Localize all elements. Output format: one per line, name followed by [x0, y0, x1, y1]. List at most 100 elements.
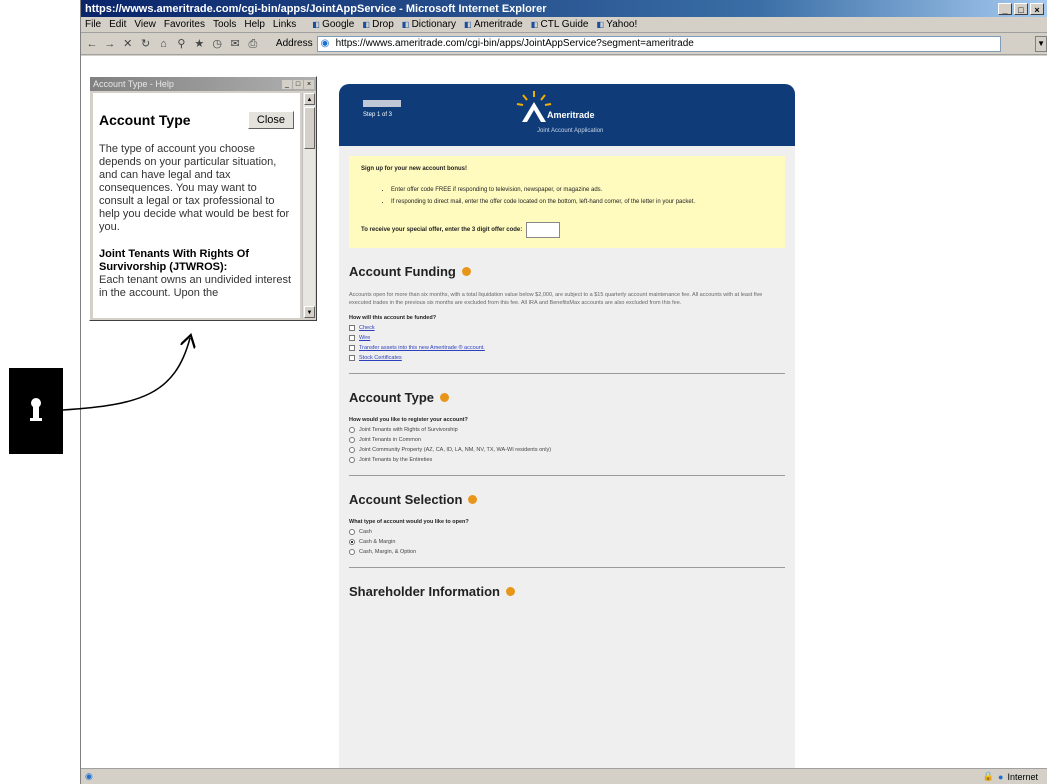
- scroll-down-icon[interactable]: ▼: [304, 306, 315, 318]
- link-yahoo[interactable]: Yahoo!: [596, 19, 637, 30]
- help-subtext: Each tenant owns an undivided interest i…: [99, 274, 292, 299]
- radio-button[interactable]: [349, 447, 355, 453]
- step-indicator: [363, 100, 401, 107]
- promo-bullet: If responding to direct mail, enter the …: [391, 198, 773, 206]
- funding-option-link[interactable]: Wire: [359, 335, 370, 341]
- funding-option[interactable]: Check: [349, 325, 785, 331]
- account-type-option[interactable]: Joint Community Property (AZ, CA, ID, LA…: [349, 447, 785, 453]
- page-banner: Step 1 of 3 Ameritrade Joint Account App…: [339, 84, 795, 146]
- popup-minimize-button[interactable]: _: [282, 79, 292, 89]
- back-icon[interactable]: ←: [85, 37, 99, 51]
- funding-option[interactable]: Transfer assets into this new Ameritrade…: [349, 345, 785, 351]
- close-button[interactable]: Close: [247, 111, 294, 129]
- mail-icon[interactable]: ✉: [228, 37, 242, 51]
- menu-file[interactable]: File: [85, 19, 101, 30]
- radio-button[interactable]: [349, 457, 355, 463]
- links-bar: Google Drop Dictionary Ameritrade CTL Gu…: [312, 19, 637, 30]
- link-drop[interactable]: Drop: [362, 19, 394, 30]
- page-status-icon: ◉: [85, 771, 93, 781]
- funding-option-link[interactable]: Stock Certificates: [359, 355, 402, 361]
- account-type-option[interactable]: Joint Tenants by the Entireties: [349, 457, 785, 463]
- popup-titlebar: Account Type - Help _ □ ×: [90, 77, 316, 91]
- stop-icon[interactable]: ✕: [121, 37, 135, 51]
- links-label: Links: [272, 19, 297, 30]
- promo-heading: Sign up for your new account bonus!: [361, 166, 467, 172]
- application-page: Step 1 of 3 Ameritrade Joint Account App…: [339, 84, 795, 774]
- help-icon[interactable]: [440, 393, 449, 402]
- home-icon[interactable]: ⌂: [157, 37, 171, 51]
- maximize-button[interactable]: □: [1014, 2, 1028, 15]
- window-titlebar: https://wwws.ameritrade.com/cgi-bin/apps…: [81, 0, 1047, 17]
- history-icon[interactable]: ◷: [210, 37, 224, 51]
- help-icon[interactable]: [505, 587, 515, 596]
- funding-option[interactable]: Wire: [349, 335, 785, 341]
- menu-edit[interactable]: Edit: [109, 19, 126, 30]
- offer-code-input[interactable]: [526, 222, 561, 238]
- security-zone: 🔒 ● Internet: [983, 771, 1047, 782]
- account-selection-heading: Account Selection: [349, 492, 785, 507]
- checkbox[interactable]: [349, 355, 355, 361]
- browser-window: https://wwws.ameritrade.com/cgi-bin/apps…: [80, 0, 1047, 784]
- lock-icon: 🔒: [982, 771, 995, 781]
- menu-favorites[interactable]: Favorites: [164, 19, 205, 30]
- popup-close-x-button[interactable]: ×: [304, 79, 314, 89]
- menu-bar: File Edit View Favorites Tools Help Link…: [81, 17, 1047, 33]
- search-icon[interactable]: ⚲: [174, 37, 188, 51]
- funding-option[interactable]: Stock Certificates: [349, 355, 785, 361]
- menu-help[interactable]: Help: [244, 19, 265, 30]
- link-dictionary[interactable]: Dictionary: [402, 19, 456, 30]
- address-bar[interactable]: https://wwws.ameritrade.com/cgi-bin/apps…: [316, 35, 1002, 52]
- help-icon[interactable]: [461, 267, 471, 276]
- account-type-option[interactable]: Joint Tenants with Rights of Survivorshi…: [349, 427, 785, 433]
- help-title: Account Type: [99, 112, 191, 128]
- account-selection-option[interactable]: Cash: [349, 529, 785, 535]
- checkbox[interactable]: [349, 345, 355, 351]
- account-selection-question: What type of account would you like to o…: [349, 519, 469, 525]
- offer-code-label: To receive your special offer, enter the…: [361, 227, 523, 233]
- checkbox[interactable]: [349, 335, 355, 341]
- link-ameritrade[interactable]: Ameritrade: [464, 19, 523, 30]
- window-title: https://wwws.ameritrade.com/cgi-bin/apps…: [85, 2, 547, 15]
- print-icon[interactable]: ⎙: [246, 37, 260, 51]
- link-google[interactable]: Google: [312, 19, 354, 30]
- checkbox[interactable]: [349, 325, 355, 331]
- funding-question: How will this account be funded?: [349, 315, 437, 321]
- section-divider: [349, 475, 785, 476]
- step-label: Step 1 of 3: [363, 112, 393, 118]
- funding-option-link[interactable]: Check: [359, 325, 375, 331]
- zone-label: Internet: [1007, 771, 1038, 782]
- scroll-thumb[interactable]: [304, 107, 315, 149]
- radio-button[interactable]: [349, 427, 355, 433]
- help-subheading: Joint Tenants With Rights Of Survivorshi…: [99, 248, 250, 273]
- promo-bullet: Enter offer code FREE if responding to t…: [391, 186, 773, 194]
- forward-icon[interactable]: →: [103, 37, 117, 51]
- promo-box: Sign up for your new account bonus! Ente…: [349, 156, 785, 248]
- close-window-button[interactable]: ×: [1030, 2, 1044, 15]
- popup-body: Account Type Close The type of account y…: [93, 93, 300, 318]
- scroll-up-icon[interactable]: ▲: [304, 93, 315, 105]
- account-type-question: How would you like to register your acco…: [349, 417, 468, 423]
- funding-description: Accounts open for more than six months, …: [349, 292, 763, 306]
- radio-button-selected[interactable]: [349, 539, 355, 545]
- account-type-option[interactable]: Joint Tenants in Common: [349, 437, 785, 443]
- account-type-heading: Account Type: [349, 390, 785, 405]
- help-icon[interactable]: [468, 495, 478, 504]
- address-dropdown-icon[interactable]: ▼: [1035, 35, 1047, 52]
- refresh-icon[interactable]: ↻: [139, 37, 153, 51]
- menu-tools[interactable]: Tools: [213, 19, 236, 30]
- callout-marker: [9, 368, 63, 454]
- popup-scrollbar[interactable]: ▲ ▼: [302, 93, 315, 318]
- funding-option-link[interactable]: Transfer assets into this new Ameritrade…: [359, 345, 485, 351]
- menu-view[interactable]: View: [134, 19, 156, 30]
- toolbar: ← → ✕ ↻ ⌂ ⚲ ★ ◷ ✉ ⎙ Address https://wwws…: [81, 33, 1047, 55]
- radio-button[interactable]: [349, 437, 355, 443]
- account-selection-option[interactable]: Cash & Margin: [349, 539, 785, 545]
- radio-button[interactable]: [349, 529, 355, 535]
- popup-maximize-button[interactable]: □: [293, 79, 303, 89]
- radio-button[interactable]: [349, 549, 355, 555]
- account-selection-option[interactable]: Cash, Margin, & Option: [349, 549, 785, 555]
- favorites-icon[interactable]: ★: [192, 37, 206, 51]
- address-label: Address: [275, 38, 313, 49]
- minimize-button[interactable]: _: [998, 2, 1012, 15]
- link-ctl-guide[interactable]: CTL Guide: [531, 19, 589, 30]
